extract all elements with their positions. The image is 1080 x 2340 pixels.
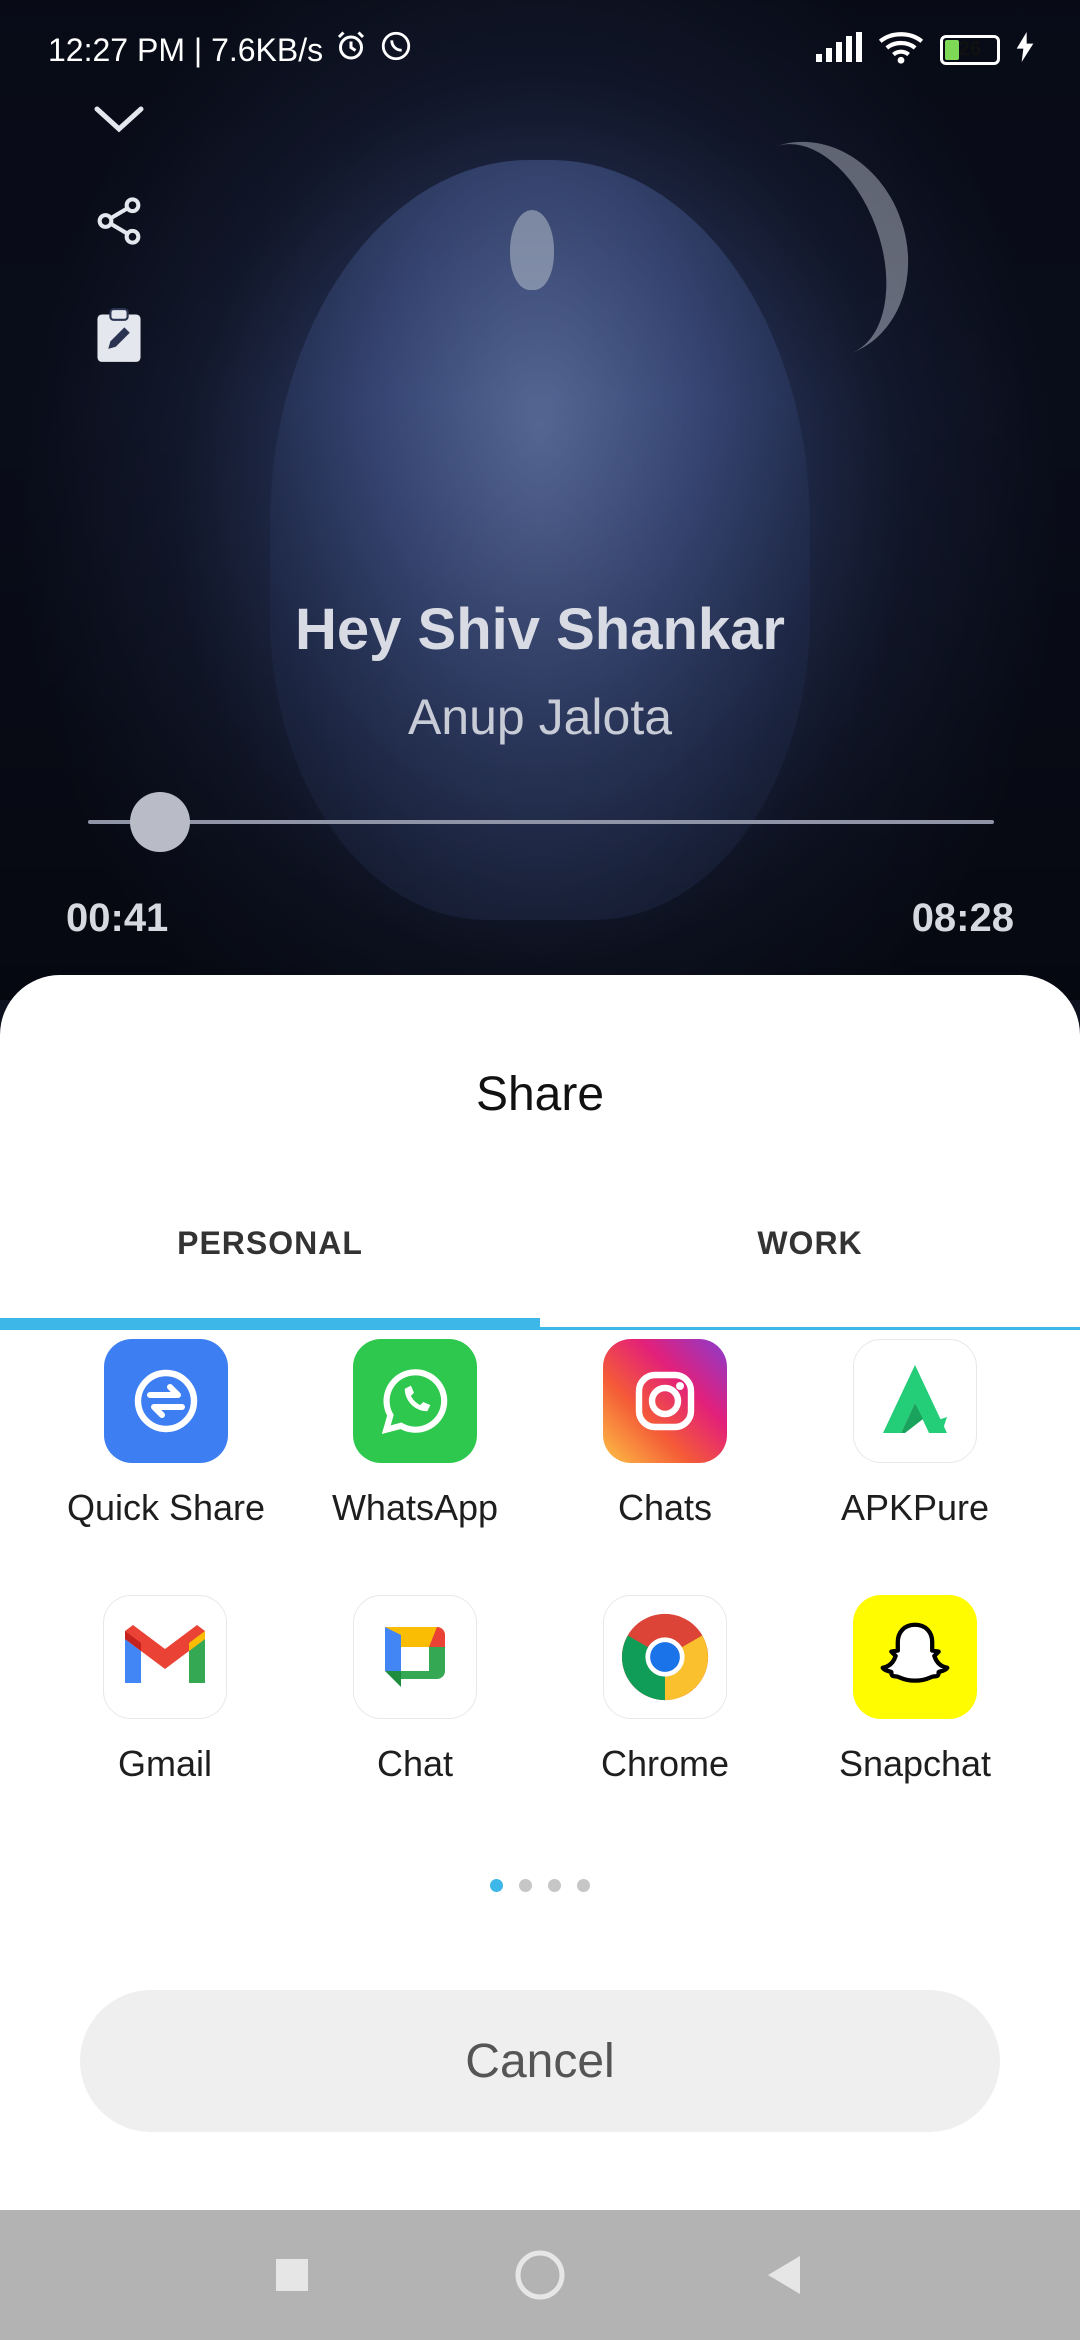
- app-label: Chat: [376, 1743, 454, 1784]
- share-target-google-chat[interactable]: Chat: [290, 1595, 540, 1785]
- page-dot-active: [490, 1879, 503, 1892]
- app-label: Quick Share: [66, 1487, 266, 1528]
- signal-icon: [814, 32, 862, 67]
- status-left: 12:27 PM | 7.6KB/s: [48, 28, 413, 72]
- tab-work[interactable]: WORK: [540, 1225, 1080, 1262]
- whatsapp-notification-icon: [379, 29, 413, 71]
- share-target-chrome[interactable]: Chrome: [540, 1595, 790, 1785]
- status-time: 12:27 PM | 7.6KB/s: [48, 31, 324, 68]
- wifi-icon: [878, 30, 924, 69]
- google-chat-icon: [353, 1595, 477, 1719]
- home-button[interactable]: [480, 2210, 600, 2340]
- cancel-button[interactable]: Cancel: [80, 1990, 1000, 2132]
- edit-clipboard-icon[interactable]: [88, 305, 150, 367]
- instagram-icon: [603, 1339, 727, 1463]
- back-button[interactable]: [724, 2210, 844, 2340]
- charging-icon: [1016, 32, 1034, 67]
- battery-level: 26: [958, 38, 982, 60]
- share-target-apkpure[interactable]: APKPure: [790, 1339, 1040, 1529]
- share-sheet: Share PERSONAL WORK Quick Share WhatsApp…: [0, 975, 1080, 2210]
- share-target-whatsapp[interactable]: WhatsApp: [290, 1339, 540, 1529]
- whatsapp-icon: [353, 1339, 477, 1463]
- app-label: Snapchat: [838, 1743, 992, 1784]
- status-bar: 12:27 PM | 7.6KB/s 26: [0, 0, 1080, 100]
- page-indicator: [490, 1879, 590, 1892]
- alarm-icon: [333, 28, 369, 72]
- page-dot: [577, 1879, 590, 1892]
- page-dot: [519, 1879, 532, 1892]
- share-target-instagram-chats[interactable]: Chats: [540, 1339, 790, 1529]
- tab-selected-indicator: [0, 1318, 540, 1330]
- page-dot: [548, 1879, 561, 1892]
- share-target-quick-share[interactable]: Quick Share: [41, 1339, 291, 1529]
- recents-button[interactable]: [232, 2210, 352, 2340]
- app-label: APKPure: [840, 1487, 990, 1528]
- status-right: 26: [814, 30, 1034, 69]
- tab-personal[interactable]: PERSONAL: [0, 1225, 540, 1262]
- app-label: Gmail: [117, 1743, 212, 1784]
- seek-bar[interactable]: [88, 820, 994, 824]
- app-label: WhatsApp: [331, 1487, 499, 1528]
- battery-icon: 26: [940, 34, 1000, 65]
- app-label: Chats: [617, 1487, 713, 1528]
- share-sheet-title: Share: [475, 1068, 605, 1121]
- share-target-snapchat[interactable]: Snapchat: [790, 1595, 1040, 1785]
- song-artist: Anup Jalota: [407, 689, 673, 745]
- song-title: Hey Shiv Shankar: [295, 597, 785, 662]
- snapchat-icon: [853, 1595, 977, 1719]
- chrome-icon: [603, 1595, 727, 1719]
- app-label: Chrome: [600, 1743, 730, 1784]
- collapse-chevron-icon[interactable]: [88, 88, 150, 150]
- total-duration: 08:28: [911, 896, 1014, 940]
- gmail-icon: [103, 1595, 227, 1719]
- battery-fill: [945, 39, 960, 60]
- share-icon[interactable]: [88, 190, 150, 252]
- apkpure-icon: [853, 1339, 977, 1463]
- navigation-bar: [0, 2210, 1080, 2340]
- seek-thumb[interactable]: [130, 792, 190, 852]
- share-target-gmail[interactable]: Gmail: [40, 1595, 290, 1785]
- quick-share-icon: [104, 1339, 228, 1463]
- elapsed-time: 00:41: [66, 896, 169, 940]
